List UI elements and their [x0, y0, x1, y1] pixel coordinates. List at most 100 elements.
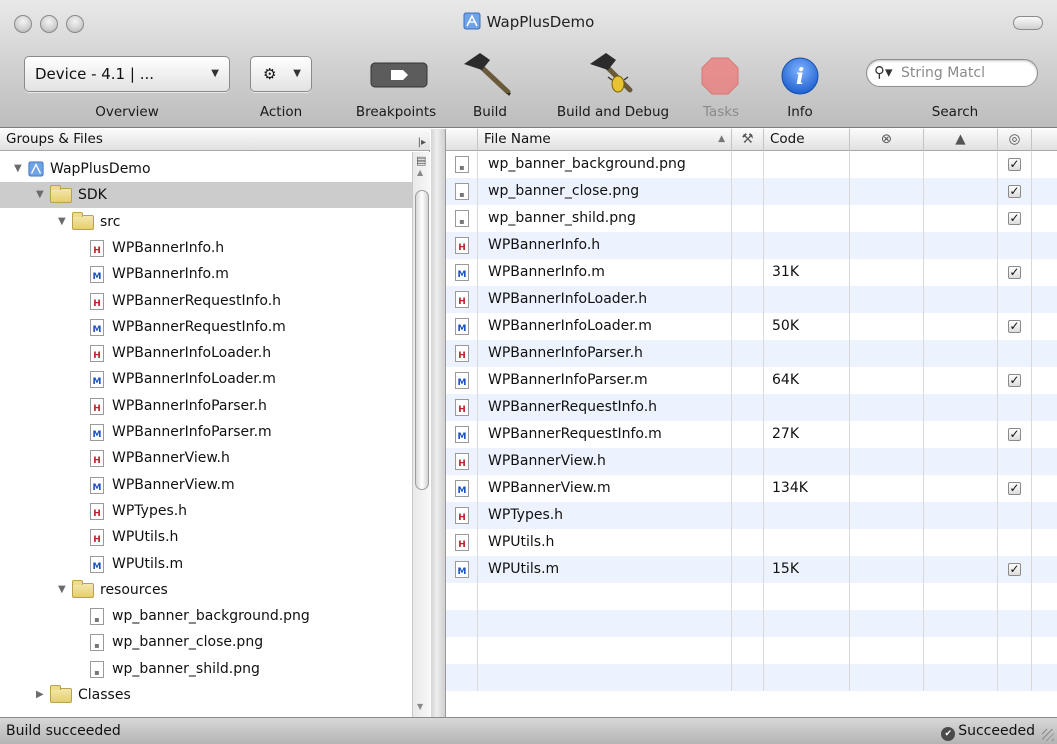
target-checkbox[interactable]: ✓: [1008, 185, 1021, 198]
table-cell: [850, 394, 924, 421]
tree-file[interactable]: H WPBannerInfo.h: [0, 235, 412, 261]
target-checkbox[interactable]: ✓: [1008, 158, 1021, 171]
table-cell: 27K: [764, 421, 850, 448]
table-row[interactable]: M WPUtils.m 15K ✓: [446, 556, 1057, 583]
table-cell: [850, 475, 924, 502]
table-row[interactable]: H WPUtils.h: [446, 529, 1057, 556]
tree-file[interactable]: ▪ wp_banner_background.png: [0, 603, 412, 629]
table-cell: [998, 232, 1032, 259]
file-name: wp_banner_shild.png: [488, 210, 636, 226]
tree-item-label: WPBannerInfoLoader.h: [112, 345, 272, 362]
tree-group-sdk[interactable]: ▼ SDK: [0, 182, 412, 209]
sidebar-scrollbar[interactable]: ▤ ▲ ▼: [412, 152, 430, 717]
table-row[interactable]: M WPBannerInfoParser.m 64K ✓: [446, 367, 1057, 394]
table-row[interactable]: ▪ wp_banner_shild.png ✓: [446, 205, 1057, 232]
table-row[interactable]: H WPBannerRequestInfo.h: [446, 394, 1057, 421]
pane-splitter[interactable]: [431, 129, 446, 717]
tree-group-classes[interactable]: ▶ Classes: [0, 682, 412, 708]
tree-file[interactable]: M WPBannerInfoParser.m: [0, 419, 412, 445]
scroll-thumb[interactable]: [415, 190, 429, 490]
tree-group-wapplusdemo[interactable]: ▼ WapPlusDemo: [0, 156, 412, 182]
tree-file[interactable]: H WPBannerView.h: [0, 445, 412, 471]
build-button[interactable]: [460, 50, 520, 98]
tree-file[interactable]: M WPUtils.m: [0, 551, 412, 577]
table-row[interactable]: H WPTypes.h: [446, 502, 1057, 529]
table-cell: ✓: [998, 367, 1032, 394]
list-view-icon[interactable]: ▤: [416, 154, 426, 167]
implementation-file-icon: M: [455, 318, 469, 335]
target-checkbox[interactable]: ✓: [1008, 374, 1021, 387]
tree-file[interactable]: H WPBannerInfoParser.h: [0, 393, 412, 419]
resize-grip-icon[interactable]: [1042, 729, 1054, 741]
disclosure-open-icon[interactable]: ▼: [36, 182, 44, 208]
search-field[interactable]: ⚲▾: [866, 59, 1038, 87]
tree-file[interactable]: M WPBannerInfoLoader.m: [0, 366, 412, 392]
target-checkbox[interactable]: ✓: [1008, 266, 1021, 279]
target-checkbox[interactable]: ✓: [1008, 320, 1021, 333]
search-input[interactable]: [901, 63, 1031, 83]
table-row[interactable]: M WPBannerView.m 134K ✓: [446, 475, 1057, 502]
column-build-header[interactable]: ⚒: [732, 129, 764, 151]
table-row[interactable]: M WPBannerInfoLoader.m 50K ✓: [446, 313, 1057, 340]
tree-group-src[interactable]: ▼ src: [0, 209, 412, 235]
target-checkbox[interactable]: ✓: [1008, 482, 1021, 495]
scroll-down-icon[interactable]: ▼: [417, 702, 423, 711]
column-type-header[interactable]: [446, 129, 478, 151]
xcode-window: WapPlusDemo Device - 4.1 | ... ▼ Overvie…: [0, 0, 1057, 744]
overview-popup[interactable]: Device - 4.1 | ... ▼: [24, 56, 230, 92]
disclosure-open-icon[interactable]: ▼: [58, 209, 66, 235]
table-row[interactable]: ▪ wp_banner_close.png ✓: [446, 178, 1057, 205]
table-row: [446, 610, 1057, 637]
build-and-debug-button[interactable]: [584, 50, 644, 98]
column-target[interactable]: ◎: [998, 129, 1032, 151]
table-row[interactable]: H WPBannerInfo.h: [446, 232, 1057, 259]
code-size: [764, 507, 772, 523]
table-cell: [764, 151, 850, 178]
tree-item-label: WPBannerRequestInfo.h: [112, 292, 282, 309]
tree-item-label: WPUtils.h: [112, 529, 179, 546]
column-warnings[interactable]: ▲: [924, 129, 998, 151]
image-file-icon: ▪: [455, 156, 469, 173]
tree-file[interactable]: H WPTypes.h: [0, 498, 412, 524]
tree-file[interactable]: H WPBannerRequestInfo.h: [0, 288, 412, 314]
folder-icon: [50, 685, 72, 703]
table-row[interactable]: H WPBannerView.h: [446, 448, 1057, 475]
target-checkbox[interactable]: ✓: [1008, 563, 1021, 576]
table-cell: 31K: [764, 259, 850, 286]
table-cell: [924, 664, 998, 691]
table-row[interactable]: H WPBannerInfoLoader.h: [446, 286, 1057, 313]
split-toggle-icon[interactable]: |▸: [418, 132, 426, 153]
tree-file[interactable]: M WPBannerRequestInfo.m: [0, 314, 412, 340]
disclosure-open-icon[interactable]: ▼: [14, 156, 22, 182]
target-checkbox[interactable]: ✓: [1008, 212, 1021, 225]
action-popup[interactable]: ⚙ ▼: [250, 56, 312, 92]
target-checkbox[interactable]: ✓: [1008, 428, 1021, 441]
column-code[interactable]: Code: [764, 129, 850, 151]
code-size: [764, 399, 772, 415]
disclosure-open-icon[interactable]: ▼: [58, 577, 66, 603]
header-file-icon: H: [455, 399, 469, 416]
breakpoints-button[interactable]: [370, 62, 428, 88]
tasks-button[interactable]: [700, 56, 740, 96]
tree-file[interactable]: H WPUtils.h: [0, 524, 412, 550]
table-row[interactable]: H WPBannerInfoParser.h: [446, 340, 1057, 367]
column-errors[interactable]: ⊗: [850, 129, 924, 151]
table-cell: [732, 205, 764, 232]
svg-text:i: i: [796, 64, 804, 90]
tree-file[interactable]: ▪ wp_banner_shild.png: [0, 656, 412, 682]
build-debug-icon: [590, 53, 633, 93]
column-file-name[interactable]: File Name ▲: [478, 129, 732, 151]
tree-file[interactable]: M WPBannerInfo.m: [0, 261, 412, 287]
disclosure-closed-icon[interactable]: ▶: [36, 682, 44, 708]
scroll-up-icon[interactable]: ▲: [417, 168, 423, 177]
image-file-icon: ▪: [455, 210, 469, 227]
info-button[interactable]: i: [780, 56, 820, 96]
tree-file[interactable]: H WPBannerInfoLoader.h: [0, 340, 412, 366]
table-row[interactable]: M WPBannerRequestInfo.m 27K ✓: [446, 421, 1057, 448]
toolbar-toggle-button[interactable]: [1013, 16, 1043, 30]
table-row[interactable]: ▪ wp_banner_background.png ✓: [446, 151, 1057, 178]
tree-group-resources[interactable]: ▼ resources: [0, 577, 412, 603]
tree-file[interactable]: ▪ wp_banner_close.png: [0, 629, 412, 655]
table-row[interactable]: M WPBannerInfo.m 31K ✓: [446, 259, 1057, 286]
tree-file[interactable]: M WPBannerView.m: [0, 472, 412, 498]
